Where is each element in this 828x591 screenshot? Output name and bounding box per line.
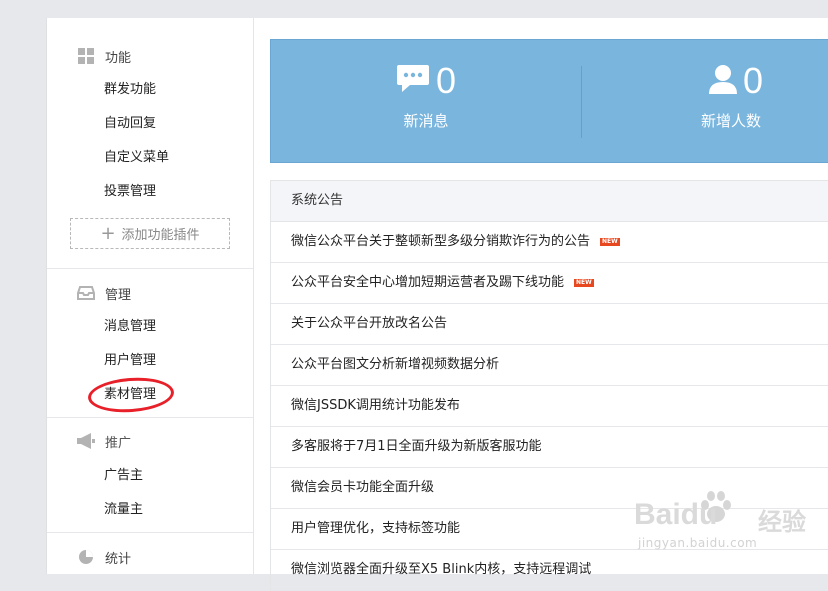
announcement-item[interactable]: 微信公众平台关于整顿新型多级分销欺诈行为的公告 NEW	[271, 222, 828, 263]
new-badge: NEW	[574, 279, 594, 287]
grid-icon	[77, 47, 95, 65]
section-stats-title: 统计	[105, 551, 132, 567]
announcement-text: 公众平台图文分析新增视频数据分析	[291, 357, 500, 372]
stat-new-users[interactable]: 0 新增人数	[582, 40, 828, 164]
sidebar-item-vote-manage[interactable]: 投票管理	[104, 182, 156, 202]
new-messages-count: 0	[435, 60, 457, 101]
announcement-item[interactable]: 公众平台安全中心增加短期运营者及踢下线功能 NEW	[271, 263, 828, 304]
sidebar: 功能 群发功能 自动回复 自定义菜单 投票管理 + 添加功能插件 管理 消息管理…	[46, 18, 254, 574]
announcement-text: 微信JSSDK调用统计功能发布	[291, 398, 460, 413]
section-promote-title: 推广	[105, 435, 132, 451]
divider	[47, 268, 253, 269]
announcement-item[interactable]: 关于公众平台开放改名公告	[271, 304, 828, 345]
announcement-item[interactable]: 微信JSSDK调用统计功能发布	[271, 386, 828, 427]
announcement-text: 公众平台安全中心增加短期运营者及踢下线功能	[291, 275, 565, 290]
message-bubble-icon	[396, 64, 430, 98]
user-icon	[709, 64, 737, 98]
section-function-header: 功能	[77, 46, 131, 66]
sidebar-item-message-manage[interactable]: 消息管理	[104, 317, 156, 337]
inbox-icon	[77, 284, 95, 302]
sidebar-item-user-manage[interactable]: 用户管理	[104, 351, 156, 371]
section-function-title: 功能	[105, 50, 132, 66]
announcement-item[interactable]: 多客服将于7月1日全面升级为新版客服功能	[271, 427, 828, 468]
sidebar-item-traffic-owner[interactable]: 流量主	[104, 500, 143, 520]
section-stats-header: 统计	[77, 547, 131, 567]
section-manage-title: 管理	[105, 287, 132, 303]
new-messages-label: 新消息	[403, 112, 449, 130]
highlight-circle-annotation	[86, 375, 176, 415]
watermark-brand-cn: 经验	[758, 508, 806, 536]
announcement-text: 微信公众平台关于整顿新型多级分销欺诈行为的公告	[291, 234, 591, 249]
announcement-text: 微信会员卡功能全面升级	[291, 480, 435, 495]
announcement-text: 关于公众平台开放改名公告	[291, 316, 448, 331]
sidebar-item-auto-reply[interactable]: 自动回复	[104, 114, 156, 134]
divider	[47, 532, 253, 533]
new-badge: NEW	[600, 238, 620, 246]
watermark-brand: Baidu	[634, 498, 718, 531]
new-users-label: 新增人数	[701, 112, 762, 130]
new-users-count: 0	[743, 60, 764, 101]
watermark-url: jingyan.baidu.com	[638, 536, 758, 550]
add-plugin-button[interactable]: + 添加功能插件	[70, 218, 230, 249]
stats-panel: 0 新消息 0 新增人数	[270, 39, 828, 163]
baidu-jingyan-watermark: Baidu 经验 jingyan.baidu.com	[630, 488, 826, 568]
announcement-text: 用户管理优化，支持标签功能	[291, 521, 461, 536]
stat-new-messages[interactable]: 0 新消息	[271, 40, 581, 164]
announcement-text: 微信浏览器全面升级至X5 Blink内核，支持远程调试	[291, 562, 592, 577]
announcement-item[interactable]: 公众平台图文分析新增视频数据分析	[271, 345, 828, 386]
sidebar-item-mass-send[interactable]: 群发功能	[104, 80, 156, 100]
announcements-title: 系统公告	[271, 181, 828, 222]
megaphone-icon	[77, 432, 95, 450]
plus-icon: +	[100, 222, 116, 244]
add-plugin-label: 添加功能插件	[121, 228, 200, 243]
divider	[47, 417, 253, 418]
announcement-text: 多客服将于7月1日全面升级为新版客服功能	[291, 439, 542, 454]
section-promote-header: 推广	[77, 431, 131, 451]
section-manage-header: 管理	[77, 283, 131, 303]
pie-chart-icon	[77, 548, 95, 566]
sidebar-item-advertiser[interactable]: 广告主	[104, 466, 143, 486]
sidebar-item-custom-menu[interactable]: 自定义菜单	[104, 148, 169, 168]
